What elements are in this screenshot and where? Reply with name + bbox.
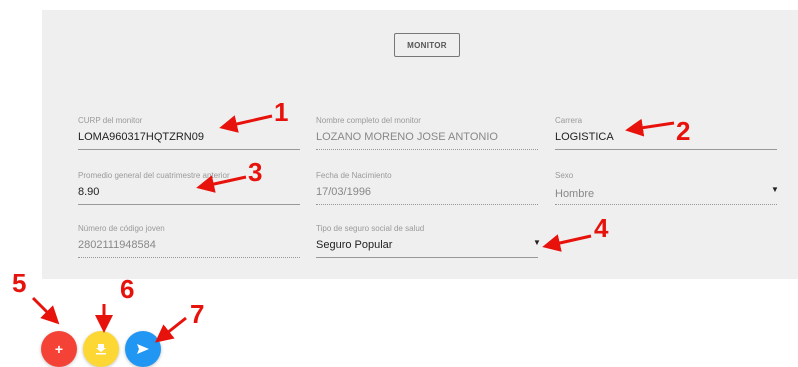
arrow-5 <box>31 296 60 325</box>
callout-5: 5 <box>12 268 27 298</box>
arrow-4 <box>542 234 592 252</box>
arrow-3 <box>196 175 247 193</box>
callout-1: 1 <box>274 97 289 127</box>
annotation-arrows <box>31 114 675 343</box>
callout-4: 4 <box>594 213 609 243</box>
callout-3: 3 <box>248 157 263 187</box>
callout-7: 7 <box>190 299 205 329</box>
arrow-1 <box>219 114 273 133</box>
callout-6: 6 <box>120 274 135 304</box>
arrow-2 <box>625 118 675 137</box>
callout-2: 2 <box>676 116 691 146</box>
arrow-7 <box>154 316 187 343</box>
